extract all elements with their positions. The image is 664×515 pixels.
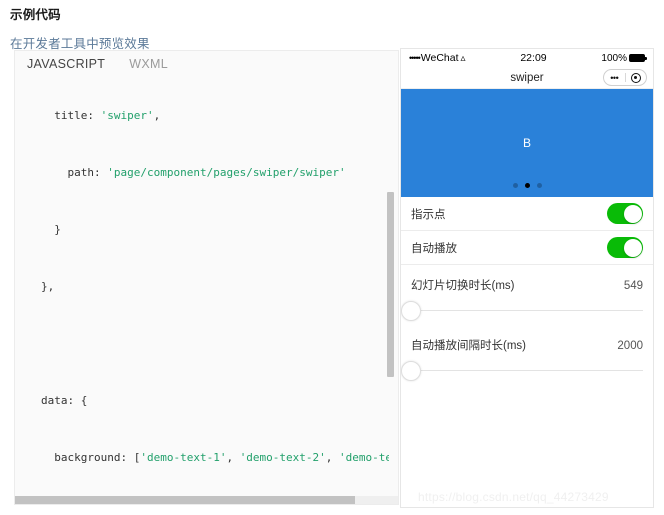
code-panel: JAVASCRIPT WXML title: 'swiper', path: '…	[14, 50, 399, 505]
slider-rail	[411, 310, 643, 311]
toggle-autoplay[interactable]	[607, 237, 643, 258]
code-line: path: 'page/component/pages/swiper/swipe…	[41, 166, 346, 179]
toggle-indicator-dots[interactable]	[607, 203, 643, 224]
slider-track-duration[interactable]	[401, 299, 643, 325]
phone-preview: ••••• WeChat ▵ 22:09 100% swiper ••• B 指…	[400, 48, 654, 508]
code-vertical-scrollbar-thumb[interactable]	[387, 192, 394, 377]
code-editor-content[interactable]: title: 'swiper', path: 'page/component/p…	[15, 68, 398, 504]
row-indicator-dots: 指示点	[401, 197, 653, 231]
status-bar-time: 22:09	[520, 52, 547, 64]
toggle-knob	[623, 238, 642, 257]
swiper-indicator-dots	[401, 183, 653, 188]
code-tab-bar: JAVASCRIPT WXML	[15, 51, 398, 77]
code-line: background: ['demo-text-1', 'demo-text-2…	[41, 451, 393, 464]
nav-bar-title: swiper	[510, 71, 544, 84]
nav-capsule-button[interactable]: •••	[603, 69, 647, 86]
code-horizontal-scrollbar-thumb[interactable]	[15, 496, 355, 504]
code-vertical-scrollbar-track[interactable]	[387, 77, 396, 502]
signal-dots-icon: •••••	[409, 53, 421, 63]
code-line-clipped: title: 'swiper',	[41, 109, 161, 122]
tab-javascript[interactable]: JAVASCRIPT	[27, 57, 105, 71]
swiper-carousel[interactable]: B	[401, 89, 653, 197]
tab-wxml[interactable]: WXML	[129, 57, 168, 71]
toggle-knob	[623, 204, 642, 223]
phone-status-bar: ••••• WeChat ▵ 22:09 100%	[401, 49, 653, 67]
slider-value-interval: 2000	[617, 340, 643, 352]
slider-thumb-interval[interactable]	[401, 361, 421, 381]
slider-thumb-duration[interactable]	[401, 301, 421, 321]
target-circle-icon[interactable]	[626, 72, 647, 83]
status-bar-left: ••••• WeChat ▵	[409, 52, 466, 64]
slider-header-interval: 自动播放间隔时长(ms) 2000	[411, 337, 643, 353]
row-autoplay: 自动播放	[401, 231, 653, 265]
phone-nav-bar: swiper •••	[401, 67, 653, 89]
swiper-slide-label: B	[522, 136, 531, 150]
slider-track-interval[interactable]	[401, 359, 643, 385]
slider-block-duration: 幻灯片切换时长(ms) 549	[401, 265, 653, 325]
code-horizontal-scrollbar-track[interactable]	[15, 496, 398, 504]
swiper-dot[interactable]	[512, 183, 518, 188]
slider-value-duration: 549	[623, 280, 643, 292]
slider-rail	[411, 370, 643, 371]
code-line: data: {	[41, 394, 88, 407]
swiper-dot[interactable]	[536, 183, 542, 188]
status-bar-right: 100%	[601, 52, 647, 64]
slider-header-duration: 幻灯片切换时长(ms) 549	[411, 277, 643, 293]
watermark: https://blog.csdn.net/qq_44273429	[418, 490, 609, 504]
slider-label-interval: 自动播放间隔时长(ms)	[411, 340, 526, 352]
app-root: 示例代码 在开发者工具中预览效果 JAVASCRIPT WXML title: …	[0, 0, 664, 515]
battery-full-icon	[629, 54, 647, 62]
code-line: },	[41, 280, 55, 293]
more-dots-icon[interactable]: •••	[604, 73, 625, 82]
code-line: }	[41, 223, 61, 236]
slider-block-interval: 自动播放间隔时长(ms) 2000	[401, 325, 653, 385]
page-header: 示例代码 在开发者工具中预览效果	[10, 4, 150, 52]
row-label-indicator-dots: 指示点	[411, 208, 446, 221]
swiper-dot-active[interactable]	[524, 183, 530, 188]
carrier-label: WeChat	[420, 52, 459, 64]
battery-percent-label: 100%	[601, 52, 627, 64]
row-label-autoplay: 自动播放	[411, 242, 457, 255]
slider-label-duration: 幻灯片切换时长(ms)	[411, 280, 515, 292]
page-title: 示例代码	[10, 8, 61, 22]
